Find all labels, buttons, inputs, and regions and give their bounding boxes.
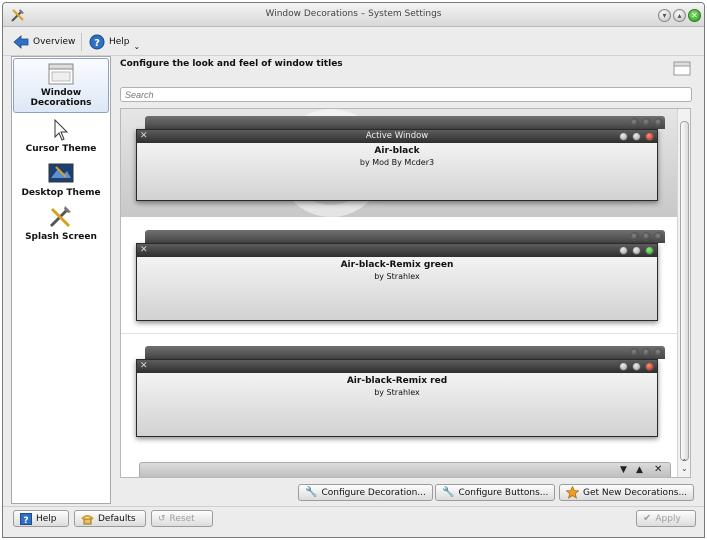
- preview-close-icon: [645, 362, 654, 371]
- defaults-button[interactable]: Defaults: [74, 510, 146, 527]
- tools-icon: [49, 206, 71, 228]
- configure-decoration-label: Configure Decoration...: [321, 487, 426, 498]
- preview-window-title: Active Window: [365, 131, 429, 141]
- reset-icon: ↺: [158, 513, 166, 524]
- footer-divider: [3, 506, 704, 507]
- inactive-preview-titlebar: [145, 230, 665, 243]
- configure-decoration-button[interactable]: 🔧 Configure Decoration...: [298, 484, 433, 501]
- inactive-preview-titlebar: [145, 116, 665, 129]
- decoration-author: by Strahlex: [374, 272, 420, 281]
- app-menu-icon: ✕: [140, 361, 148, 371]
- sidebar-item-label: Desktop Theme: [21, 188, 101, 198]
- window-icon: [48, 63, 74, 85]
- configure-buttons-button[interactable]: 🔧 Configure Buttons...: [435, 484, 556, 501]
- help-label: Help: [109, 37, 130, 47]
- list-item-air-black-remix-red[interactable]: ✕ Air-black-Remix red by Strahlex: [121, 334, 677, 452]
- preview-minimize-icon: ▼: [620, 465, 627, 475]
- preview-maximize-icon: [632, 132, 641, 141]
- footer-help-label: Help: [36, 513, 57, 524]
- sidebar-item-label: Cursor Theme: [25, 144, 97, 154]
- preview-minimize-icon: [619, 362, 628, 371]
- preview-close-icon: [645, 246, 654, 255]
- preview-titlebar: ▼ ▲ ✕: [139, 462, 671, 477]
- module-sidebar: Window Decorations Cursor Theme Desktop …: [11, 56, 111, 504]
- decoration-name: Air-black-Remix red: [346, 376, 448, 386]
- window-preview-icon: [673, 61, 691, 76]
- list-item-air-black-remix-green[interactable]: ✕ Air-black-Remix green by Strahlex: [121, 218, 677, 333]
- preview-minimize-icon: [619, 132, 628, 141]
- window-title: Window Decorations – System Settings: [265, 9, 442, 19]
- sidebar-item-splash-screen[interactable]: Splash Screen: [12, 205, 110, 242]
- preview-titlebar: ✕ Active Window: [137, 130, 657, 143]
- preview-close-icon: ✕: [654, 464, 663, 475]
- help-icon: ?: [20, 512, 32, 525]
- apply-label: Apply: [655, 513, 681, 524]
- preview-titlebar: ✕: [137, 244, 657, 257]
- title-bar[interactable]: Window Decorations – System Settings ▾ ▴…: [3, 3, 704, 27]
- desktop-theme-icon: [48, 163, 74, 183]
- chevron-down-icon: ⌄: [133, 41, 141, 51]
- get-new-decorations-button[interactable]: Get New Decorations...: [559, 484, 695, 501]
- help-menu-button[interactable]: ? Help ⌄: [89, 31, 140, 53]
- sidebar-item-desktop-theme[interactable]: Desktop Theme: [12, 163, 110, 198]
- list-item-partial[interactable]: ▼ ▲ ✕: [121, 452, 677, 477]
- sidebar-item-label: Splash Screen: [25, 232, 97, 242]
- close-button[interactable]: ✕: [688, 9, 701, 22]
- search-input[interactable]: [120, 87, 692, 102]
- toolbar: Overview ? Help ⌄: [3, 28, 704, 56]
- sidebar-item-cursor-theme[interactable]: Cursor Theme: [12, 119, 110, 154]
- star-icon: [566, 486, 579, 499]
- sidebar-item-label: Decorations: [30, 98, 92, 108]
- overview-label: Overview: [33, 37, 76, 47]
- apply-button[interactable]: ✔ Apply: [636, 510, 696, 527]
- scrollbar-thumb[interactable]: [680, 121, 689, 461]
- preview-close-icon: [645, 132, 654, 141]
- svg-text:?: ?: [23, 516, 28, 525]
- scroll-arrows-icon[interactable]: ⌃ ⌄: [681, 459, 688, 473]
- preview-body: Air-black by Mod By Mcder3: [137, 143, 657, 200]
- app-menu-icon: ✕: [140, 245, 148, 255]
- defaults-icon: [81, 514, 94, 524]
- list-item-air-black[interactable]: ✕ Active Window Air-black by Mod By Mcde…: [121, 109, 677, 217]
- reset-button[interactable]: ↺ Reset: [151, 510, 213, 527]
- toolbar-separator: [81, 33, 82, 51]
- sidebar-item-window-decorations[interactable]: Window Decorations: [12, 63, 110, 108]
- preview-maximize-icon: [632, 362, 641, 371]
- svg-text:?: ?: [94, 38, 100, 49]
- preview-maximize-icon: ▲: [636, 465, 643, 475]
- help-icon: ?: [89, 34, 105, 50]
- reset-label: Reset: [169, 513, 195, 524]
- defaults-label: Defaults: [98, 513, 136, 524]
- preview-titlebar: ✕: [137, 360, 657, 373]
- preview-body: Air-black-Remix red by Strahlex: [137, 373, 657, 436]
- footer-help-button[interactable]: ? Help: [13, 510, 69, 527]
- preview-minimize-icon: [619, 246, 628, 255]
- back-arrow-icon: [13, 35, 29, 49]
- cursor-icon: [54, 119, 69, 141]
- page-heading: Configure the look and feel of window ti…: [120, 59, 343, 69]
- wrench-icon: 🔧: [442, 487, 455, 498]
- decoration-list: ✕ Active Window Air-black by Mod By Mcde…: [120, 108, 691, 478]
- active-preview-window: ✕ Air-black-Remix green by Strahlex: [136, 243, 658, 321]
- minimize-button[interactable]: ▾: [658, 9, 671, 22]
- list-scrollbar[interactable]: ⌃ ⌄: [677, 109, 690, 477]
- preview-body: Air-black-Remix green by Strahlex: [137, 257, 657, 320]
- preview-maximize-icon: [632, 246, 641, 255]
- decoration-name: Air-black-Remix green: [340, 260, 454, 270]
- sidebar-item-label: Window: [40, 88, 82, 98]
- system-settings-window: Window Decorations – System Settings ▾ ▴…: [2, 2, 705, 538]
- overview-button[interactable]: Overview: [13, 31, 75, 53]
- decoration-author: by Strahlex: [374, 388, 420, 397]
- decoration-name: Air-black: [374, 146, 420, 156]
- decoration-author: by Mod By Mcder3: [359, 158, 435, 167]
- inactive-preview-titlebar: [145, 346, 665, 359]
- active-preview-window: ✕ Air-black-Remix red by Strahlex: [136, 359, 658, 437]
- checkmark-icon: ✔: [643, 513, 652, 524]
- maximize-button[interactable]: ▴: [673, 9, 686, 22]
- wrench-icon: 🔧: [305, 487, 318, 498]
- active-preview-window: ✕ Active Window Air-black by Mod By Mcde…: [136, 129, 658, 201]
- configure-buttons-label: Configure Buttons...: [458, 487, 549, 498]
- get-new-decorations-label: Get New Decorations...: [583, 487, 688, 498]
